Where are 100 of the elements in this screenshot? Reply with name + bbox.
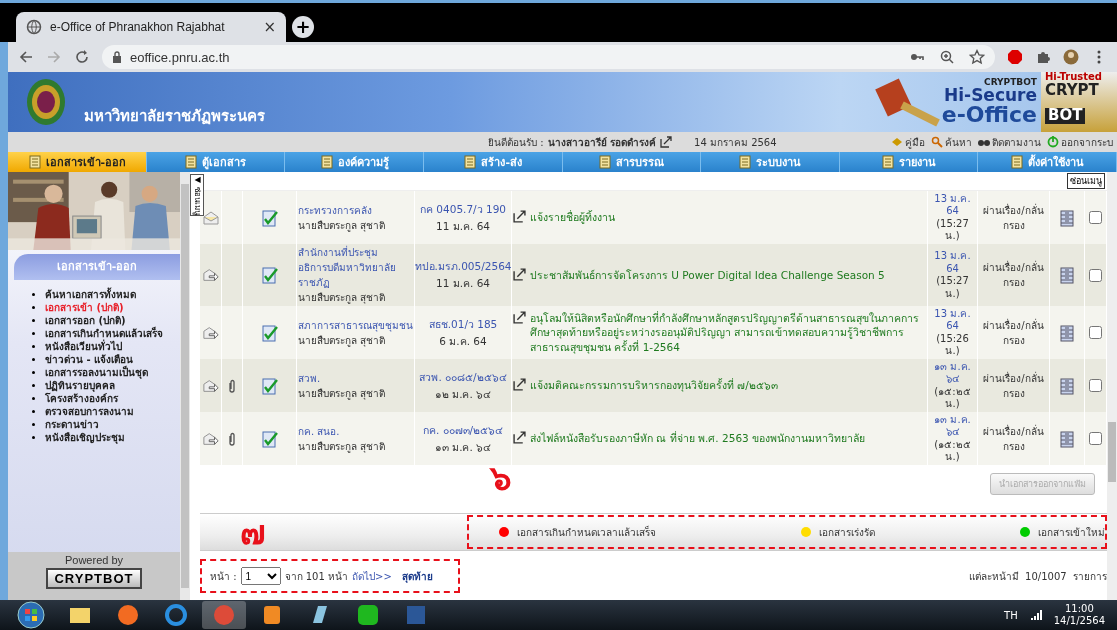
document-number: สธช.01/ว 185: [428, 316, 498, 332]
sidebar-link[interactable]: กระดานข่าว: [45, 417, 99, 432]
received-time: (15:27 น.): [935, 275, 970, 300]
subject-link[interactable]: แจ้งมติคณะกรรมการบริหารกองทุนวิจัยครั้งที่ ๗/๒๕๖๓: [530, 378, 926, 393]
reload-icon[interactable]: [74, 49, 90, 65]
document-check-icon[interactable]: [260, 208, 279, 227]
powered-by-label: Powered by: [64, 554, 124, 566]
document-date: 6 ม.ค. 64: [439, 333, 487, 349]
star-icon[interactable]: [969, 49, 985, 65]
external-link-icon[interactable]: [660, 136, 673, 148]
document-check-icon[interactable]: [260, 323, 279, 342]
external-link-icon[interactable]: [513, 210, 526, 224]
sender-link[interactable]: กค. สนอ.: [298, 423, 413, 439]
page-label: หน้า :: [210, 569, 237, 584]
sidebar-link[interactable]: ค้นหาเอกสารทั้งหมด: [45, 287, 136, 302]
sender-person: นายสืบตระกูล สุชาติ: [298, 333, 387, 348]
page-select[interactable]: 1: [240, 567, 281, 585]
document-check-icon[interactable]: [260, 376, 279, 395]
file-cabinet-icon[interactable]: [1058, 429, 1076, 448]
legend-label: เอกสารเข้าใหม่: [1038, 525, 1105, 540]
received-date: ๑๓ ม.ค. ๖๔: [933, 413, 972, 439]
sidebar-link[interactable]: เอกสารออก (ปกติ): [45, 313, 126, 328]
row-checkbox[interactable]: [1089, 432, 1102, 445]
scrollbar[interactable]: [180, 172, 190, 600]
sender-link[interactable]: กระทรวงการคลัง: [298, 202, 413, 218]
row-checkbox[interactable]: [1089, 379, 1102, 392]
sidebar-link[interactable]: เอกสารรอลงนามเป็นชุด: [45, 365, 148, 380]
header-link[interactable]: ค้นหา: [931, 134, 972, 150]
sidebar-link[interactable]: หนังสือเชิญประชุม: [45, 430, 125, 445]
received-date: 13 ม.ค. 64: [933, 250, 972, 275]
search-icon: [931, 136, 943, 148]
document-number: ทปอ.มรภ.005/2564: [414, 259, 512, 274]
external-link-icon[interactable]: [513, 267, 526, 281]
subject-link[interactable]: แจ้งรายชื่อผู้ทิ้งงาน: [530, 210, 926, 225]
external-link-icon[interactable]: [513, 311, 526, 325]
sidebar-link[interactable]: หนังสือเวียนทั่วไป: [45, 339, 122, 354]
sender-link[interactable]: สำนักงานที่ประชุมอธิการบดีมหาวิทยาลัยราชภัฏ: [298, 245, 413, 290]
annotation-number: ๖: [490, 461, 512, 495]
document-icon: [463, 155, 478, 169]
received-time: (๑๕:๒๕ น.): [933, 385, 972, 411]
menu-tab[interactable]: เอกสารเข้า-ออก: [8, 152, 147, 172]
header-link[interactable]: ออกจากระบ: [1047, 134, 1113, 150]
lock-icon: [112, 51, 122, 63]
last-page-link[interactable]: สุดท้าย: [401, 568, 433, 584]
external-link-icon[interactable]: [513, 431, 526, 445]
document-number: สวพ. ๐๐๘๕/๒๕๖๔: [419, 369, 507, 385]
puzzle-icon[interactable]: [1035, 49, 1051, 65]
tooltip: ซ่อนเมนู: [1067, 173, 1105, 189]
sender-link[interactable]: สวพ.: [298, 370, 413, 386]
sidebar-link[interactable]: ปฏิทินรายบุคคล: [45, 378, 115, 393]
sender-person: นายสืบตระกูล สุชาติ: [298, 386, 387, 401]
header-link[interactable]: คู่มือ: [891, 134, 925, 150]
subject-link[interactable]: ประชาสัมพันธ์การจัดโครงการ U Power Digital Idea Challenge Season 5: [530, 267, 926, 283]
file-cabinet-icon[interactable]: [1058, 323, 1076, 342]
signal-icon[interactable]: [1029, 609, 1042, 621]
next-page-link[interactable]: ถัดไป>>: [352, 568, 392, 584]
browser-tab[interactable]: e-Office of Phranakhon Rajabhat ×: [16, 12, 286, 42]
file-cabinet-icon[interactable]: [1058, 208, 1076, 227]
sender-link[interactable]: สภาการสาธารณสุขชุมชน: [298, 317, 413, 333]
document-date: ๑๒ ม.ค. ๖๔: [434, 386, 492, 402]
sender-person: นายสืบตระกูล สุชาติ: [298, 439, 387, 454]
file-cabinet-icon[interactable]: [1058, 266, 1076, 284]
row-checkbox[interactable]: [1089, 326, 1102, 339]
address-field[interactable]: eoffice.pnru.ac.th: [102, 45, 995, 69]
sidebar-link[interactable]: โครงสร้างองค์กร: [45, 391, 118, 406]
received-date: ๑๓ ม.ค. ๖๔: [933, 360, 972, 386]
document-icon: [881, 155, 896, 169]
document-icon: [27, 155, 42, 169]
zoom-icon[interactable]: [939, 49, 955, 65]
avatar-icon[interactable]: [1063, 49, 1079, 65]
received-date: 13 ม.ค. 64: [933, 307, 972, 333]
sidebar-link[interactable]: ตรวจสอบการลงนาม: [45, 404, 134, 419]
sidebar-link[interactable]: เอกสารเข้า (ปกติ): [45, 300, 124, 315]
language-indicator[interactable]: TH: [1004, 609, 1018, 621]
external-link-icon[interactable]: [513, 378, 526, 392]
document-date: 11 ม.ค. 64: [435, 276, 491, 291]
received-time: (๑๕:๒๕ น.): [933, 438, 972, 464]
hide-menu-tab[interactable]: ◀ ซ่อนเมนู: [190, 174, 204, 216]
new-tab-button[interactable]: +: [292, 16, 314, 38]
close-tab-button[interactable]: ×: [263, 18, 276, 36]
document-check-icon[interactable]: [260, 429, 279, 448]
envelope-arrow-icon: [202, 377, 219, 394]
subject-link[interactable]: ส่งไฟล์หนังสือรับรองภาษีหัก ณ ที่จ่าย พ.ศ. 2563 ของพนักงานมหาวิทยาลัย: [530, 431, 926, 446]
row-checkbox[interactable]: [1089, 211, 1102, 224]
received-time: (15:26 น.): [935, 332, 970, 358]
envelope-arrow-icon: [202, 267, 219, 283]
header-link[interactable]: ติดตามงาน: [978, 134, 1041, 150]
document-icon: [738, 155, 753, 169]
subject-link[interactable]: อนุโลมให้นิสิตหรือนักศึกษาที่กำลังศึกษาหลักสูตรปริญญาตรีด้านสาธารณสุขในภาคการศึกษาสุดท้ายหรืออยู่ระหว่างรออนุมัติปริญญา สามารถเข้าทดสอบความรู้วิชาชีพการสาธารณสุขชุมชน ครั้งที่ 1-2564: [530, 311, 926, 354]
back-icon[interactable]: [18, 49, 34, 65]
stop-sign-icon[interactable]: [1007, 49, 1023, 65]
row-checkbox[interactable]: [1089, 268, 1102, 282]
scrollbar[interactable]: [1107, 172, 1117, 600]
file-cabinet-icon[interactable]: [1058, 376, 1076, 395]
document-check-icon[interactable]: [260, 266, 279, 284]
page-count: จาก 101 หน้า: [284, 569, 348, 584]
status-cell: ผ่านเรื่อง/กลั่นกรอง: [978, 412, 1050, 465]
current-date: 14 มกราคม 2564: [694, 135, 777, 150]
start-button[interactable]: [16, 600, 46, 630]
clock[interactable]: 11:00 14/1/2564: [1053, 603, 1105, 627]
